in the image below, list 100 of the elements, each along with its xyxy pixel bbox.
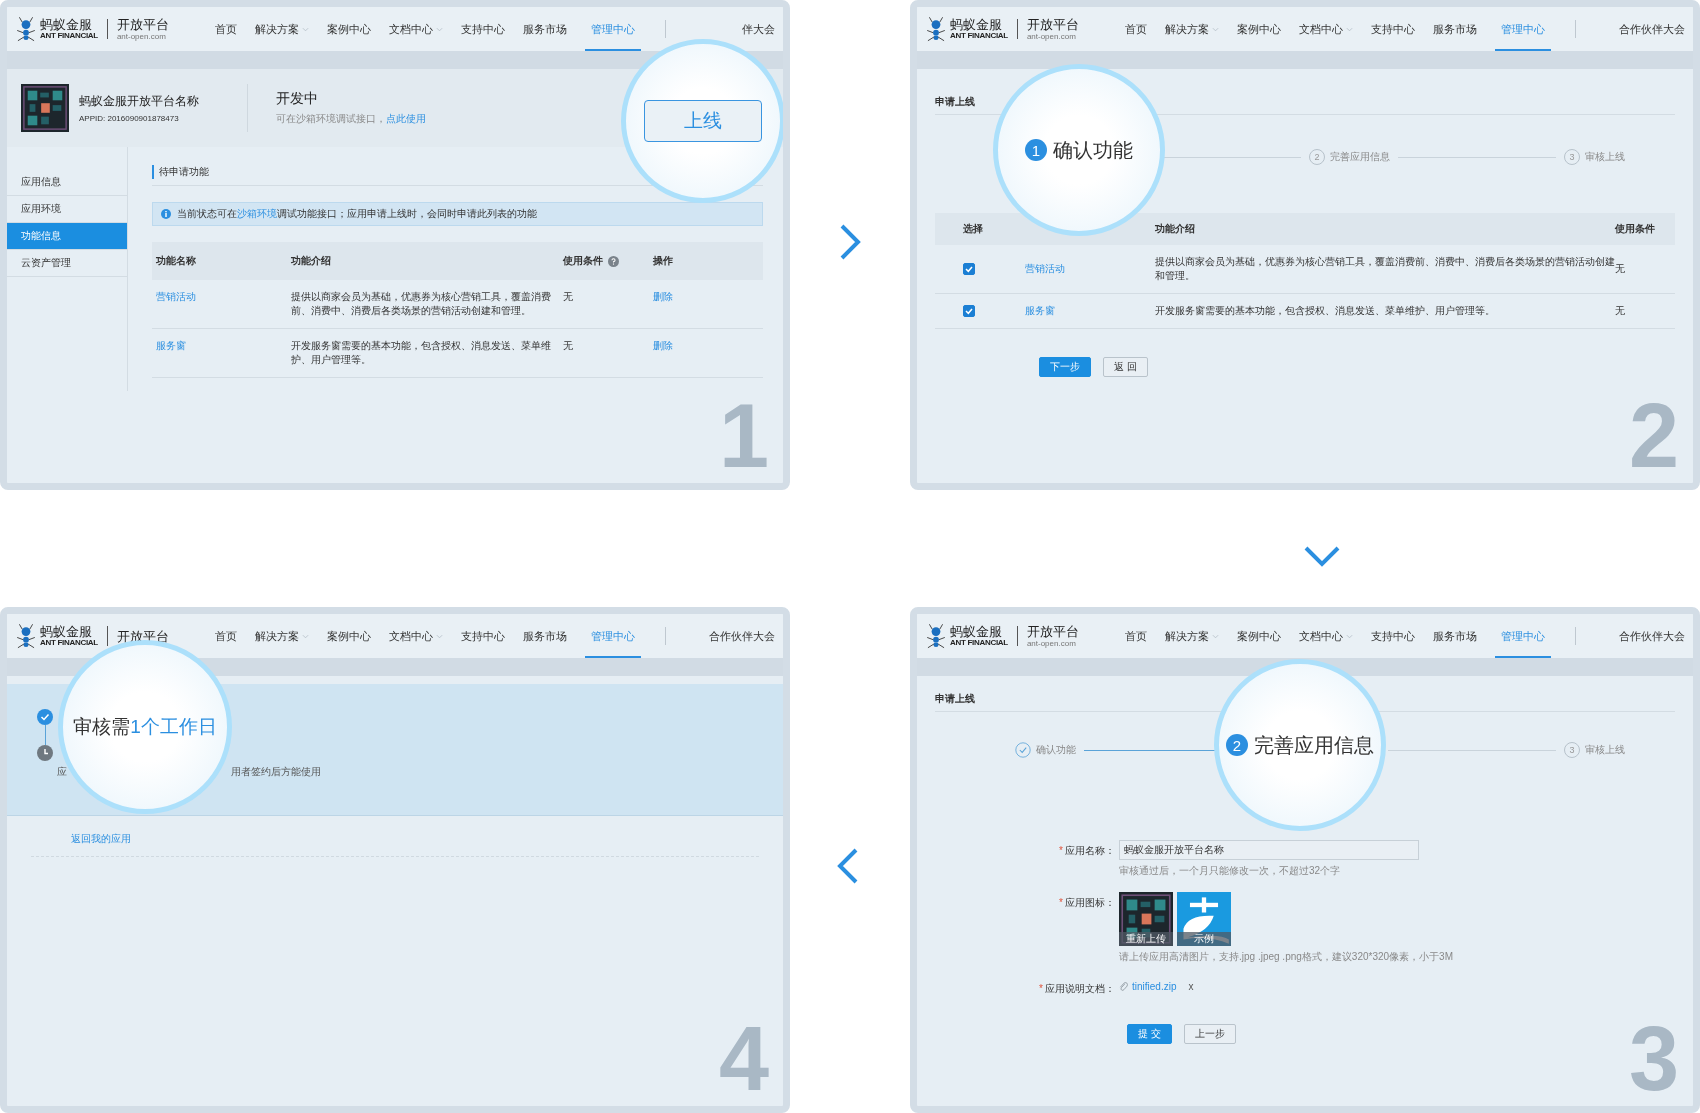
- caret-icon: [1212, 26, 1219, 32]
- step-digit: 3: [1628, 1014, 1679, 1104]
- nav-item[interactable]: 合作伙伴大会: [709, 628, 775, 644]
- nav-item[interactable]: 首页: [1125, 21, 1147, 37]
- nav-item[interactable]: 伴大会: [742, 21, 775, 37]
- checkbox[interactable]: [963, 263, 975, 275]
- brand-name: 蚂蚁金服: [40, 18, 93, 31]
- step-digit: 4: [718, 1014, 769, 1104]
- step-label: 确认功能: [1036, 743, 1076, 757]
- product-url: ant-open.com: [1026, 32, 1077, 41]
- chevron-left-icon: [836, 846, 860, 886]
- nav-item[interactable]: 合作伙伴大会: [1619, 628, 1685, 644]
- paperclip-icon: [1119, 981, 1128, 992]
- column-header: 功能介绍: [291, 254, 331, 268]
- checkbox[interactable]: [963, 305, 975, 317]
- nav-item[interactable]: 首页: [215, 628, 237, 644]
- nav-item[interactable]: 支持中心: [461, 628, 505, 644]
- nav-item[interactable]: 服务市场: [523, 628, 567, 644]
- nav-item[interactable]: 服务市场: [1433, 21, 1477, 37]
- action-button[interactable]: 下一步: [1039, 357, 1091, 377]
- table-cell: 无: [563, 291, 573, 302]
- nav-item[interactable]: 文档中心: [389, 628, 443, 644]
- remove-button[interactable]: x: [1188, 981, 1194, 992]
- product-url: ant-open.com: [1026, 639, 1077, 648]
- caret-icon: [302, 26, 309, 32]
- brand-name: 蚂蚁金服: [950, 18, 1003, 31]
- nav-item[interactable]: 服务市场: [1433, 628, 1477, 644]
- ant-icon: [15, 15, 37, 43]
- help-icon: [608, 255, 619, 267]
- status-caption: 应: [57, 765, 67, 779]
- nav-item[interactable]: 合作伙伴大会: [1619, 21, 1685, 37]
- table-cell: 提供以商家会员为基础，优惠券为核心营销工具，覆盖消费前、消费中、消费后各类场景的营销活动创建和管理。: [1155, 256, 1615, 281]
- table-cell: 提供以商家会员为基础，优惠券为核心营销工具，覆盖消费前、消费中、消费后各类场景的营销活动创建和管理。: [291, 291, 551, 316]
- nav-item[interactable]: 解决方案: [1165, 628, 1219, 644]
- chevron-right-icon: [838, 222, 862, 262]
- column-header: 功能介绍: [1155, 223, 1195, 234]
- ant-icon: [15, 622, 37, 650]
- brand-name: 蚂蚁金服: [950, 625, 1003, 638]
- column-header: 使用条件: [563, 254, 603, 268]
- chevron-down-icon: [1302, 544, 1342, 568]
- table-cell: 无: [1615, 263, 1625, 274]
- nav-item[interactable]: 案例中心: [327, 628, 371, 644]
- nav-item[interactable]: 文档中心: [1299, 628, 1353, 644]
- step-number: 1: [1025, 139, 1047, 161]
- column-header: 使用条件: [1615, 223, 1655, 234]
- app-name: 蚂蚁金服开放平台名称: [79, 93, 199, 110]
- nav-item[interactable]: 支持中心: [1371, 628, 1415, 644]
- ant-icon: [925, 15, 947, 43]
- field-label: 应用说明文档：: [1045, 983, 1115, 994]
- nav-item[interactable]: 文档中心: [389, 21, 443, 37]
- ant-icon: [925, 622, 947, 650]
- image-thumbnail[interactable]: 重新上传: [1119, 892, 1173, 946]
- sidebar-item[interactable]: 云资产管理: [7, 250, 127, 277]
- column-header: 操作: [653, 254, 673, 268]
- table-cell: 无: [563, 340, 573, 351]
- sidebar-item[interactable]: 应用信息: [7, 169, 127, 196]
- sidebar-item[interactable]: 功能信息: [7, 223, 127, 250]
- image-caption: 重新上传: [1119, 932, 1173, 946]
- nav-item[interactable]: 案例中心: [327, 21, 371, 37]
- nav-item[interactable]: 服务市场: [523, 21, 567, 37]
- nav-item[interactable]: 解决方案: [1165, 21, 1219, 37]
- required-mark: *: [1059, 897, 1063, 908]
- caret-icon: [436, 633, 443, 639]
- caret-icon: [436, 26, 443, 32]
- nav-item[interactable]: 解决方案: [255, 21, 309, 37]
- brand-subtitle: ANT FINANCIAL: [40, 32, 98, 40]
- status-caption: 用者签约后方能使用: [231, 765, 321, 779]
- caret-icon: [1346, 26, 1353, 32]
- product-url: ant-open.com: [116, 32, 167, 41]
- field-label: 应用名称：: [1065, 845, 1115, 856]
- step-label: 完善应用信息: [1330, 150, 1390, 164]
- field-hint: 审核通过后，一个月只能修改一次，不超过32个字: [1119, 864, 1342, 878]
- action-button[interactable]: 上一步: [1183, 1024, 1236, 1044]
- product-name: 开放平台: [1026, 17, 1079, 31]
- table-cell: 开发服务窗需要的基本功能，包含授权、消息发送、菜单维护、用户管理等。: [291, 340, 551, 365]
- step-label: 审核上线: [1585, 150, 1625, 164]
- field-label: 应用图标：: [1065, 897, 1115, 908]
- image-thumbnail[interactable]: 示例: [1177, 892, 1231, 946]
- caret-icon: [1346, 633, 1353, 639]
- nav-item[interactable]: 解决方案: [255, 628, 309, 644]
- action-button[interactable]: 返 回: [1103, 357, 1148, 377]
- required-mark: *: [1059, 845, 1063, 856]
- column-header: 功能名称: [156, 254, 196, 268]
- nav-item[interactable]: 案例中心: [1237, 628, 1281, 644]
- caret-icon: [1212, 633, 1219, 639]
- required-mark: *: [1039, 983, 1043, 994]
- brand-subtitle: ANT FINANCIAL: [950, 32, 1008, 40]
- nav-item[interactable]: 文档中心: [1299, 21, 1353, 37]
- step-label: 审核上线: [1585, 743, 1625, 757]
- nav-item[interactable]: 支持中心: [461, 21, 505, 37]
- nav-item[interactable]: 首页: [215, 21, 237, 37]
- step-label: 完善应用信息: [1254, 732, 1374, 758]
- product-name: 开放平台: [1026, 624, 1079, 638]
- action-button[interactable]: 提 交: [1127, 1024, 1172, 1044]
- input-field[interactable]: 蚂蚁金服开放平台名称: [1119, 840, 1419, 860]
- info-icon: [161, 209, 171, 219]
- nav-item[interactable]: 支持中心: [1371, 21, 1415, 37]
- nav-item[interactable]: 首页: [1125, 628, 1147, 644]
- nav-item[interactable]: 案例中心: [1237, 21, 1281, 37]
- brand-name: 蚂蚁金服: [40, 625, 93, 638]
